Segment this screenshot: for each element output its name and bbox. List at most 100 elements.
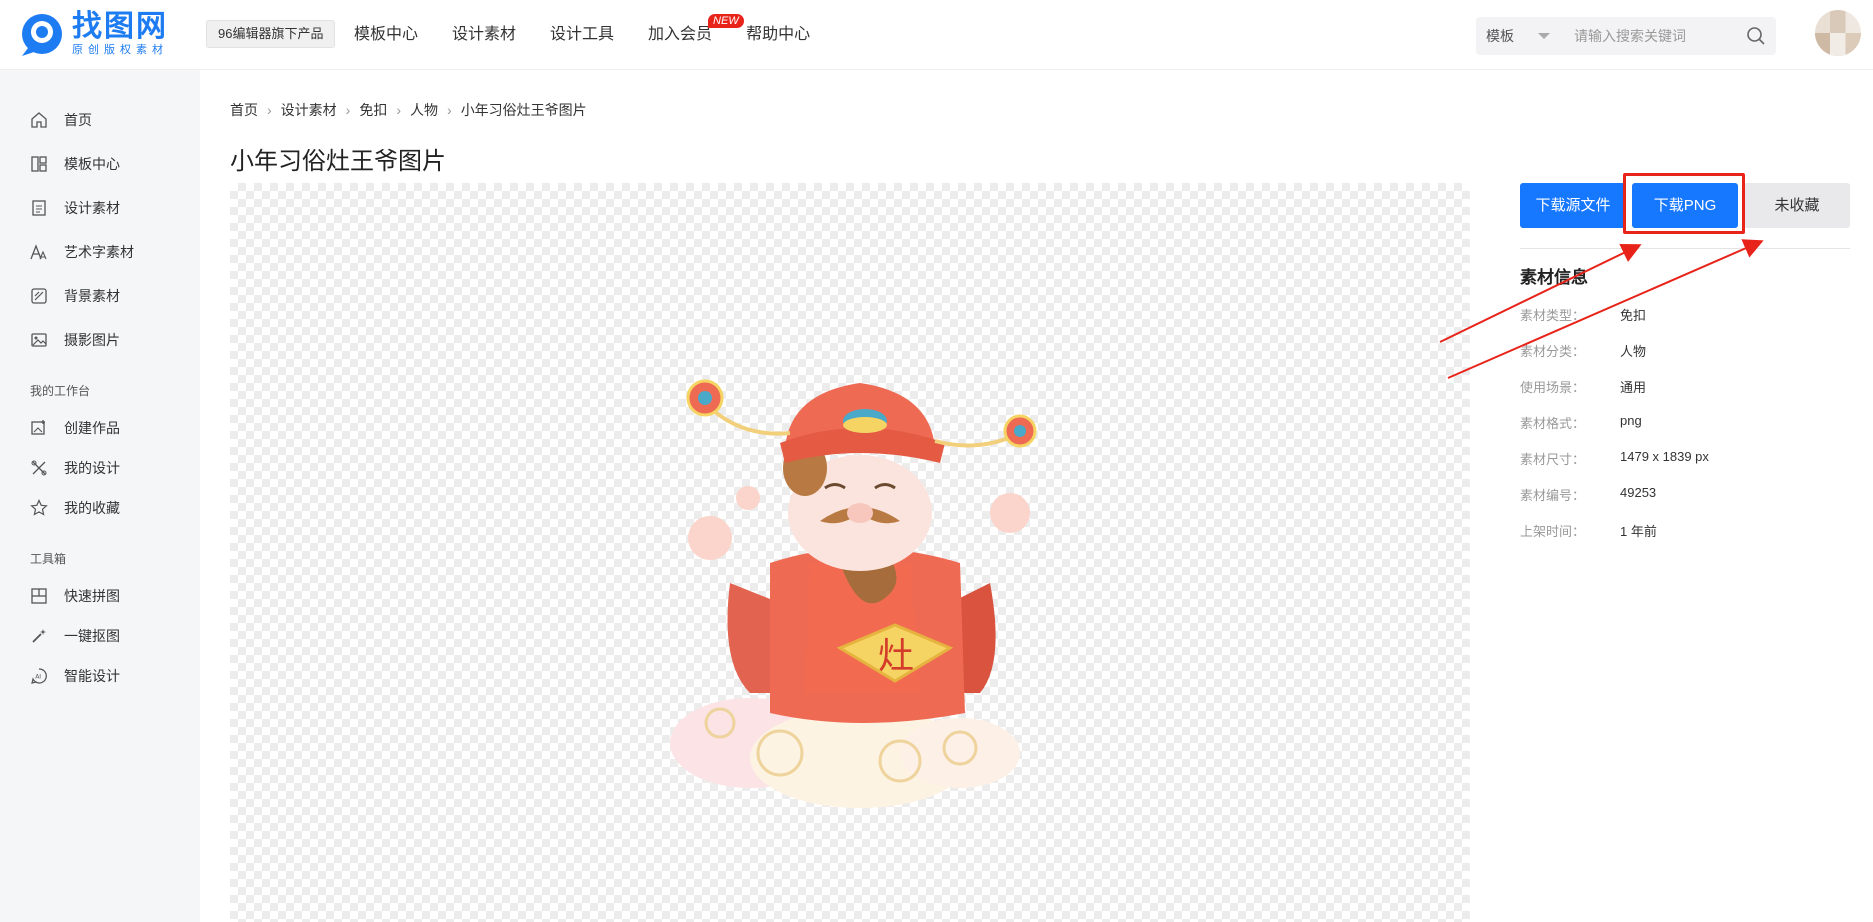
collage-icon xyxy=(31,588,47,604)
search-type-select[interactable]: 模板 xyxy=(1486,17,1514,55)
favorite-button[interactable]: 未收藏 xyxy=(1744,183,1850,228)
download-source-button[interactable]: 下载源文件 xyxy=(1520,183,1626,228)
nav-design-tools[interactable]: 设计工具 xyxy=(550,0,614,70)
breadcrumb-cutout[interactable]: 免扣 xyxy=(359,100,387,120)
search-bar: 模板 xyxy=(1476,17,1776,55)
badge-character: 灶 xyxy=(878,636,914,677)
font-icon xyxy=(30,244,47,260)
template-icon xyxy=(31,156,47,172)
search-input[interactable] xyxy=(1574,21,1734,51)
sidebar-item-label: 创建作品 xyxy=(64,420,120,436)
info-value: 人物 xyxy=(1620,344,1647,359)
search-icon[interactable] xyxy=(1746,26,1766,46)
panel-divider xyxy=(1520,248,1850,249)
sidebar-item-label: 智能设计 xyxy=(64,668,120,684)
sidebar: 首页 模板中心 设计素材 艺术字素材 背景素材 摄影图片 我的工作台 创建作品 … xyxy=(0,70,200,922)
sidebar-item-photos[interactable]: 摄影图片 xyxy=(30,328,120,352)
site-logo[interactable]: 找图网 原创版权素材 xyxy=(18,10,168,58)
ai-icon: AI xyxy=(31,668,47,684)
sidebar-item-quick-collage[interactable]: 快速拼图 xyxy=(30,584,120,608)
sidebar-item-label: 设计素材 xyxy=(64,200,120,216)
background-icon xyxy=(31,288,47,304)
sidebar-item-label: 快速拼图 xyxy=(64,588,120,604)
info-row: 素材分类： 人物 xyxy=(1520,341,1646,360)
info-key: 素材编号： xyxy=(1520,488,1586,503)
avatar[interactable] xyxy=(1815,10,1861,56)
logo-subtitle: 原创版权素材 xyxy=(72,44,168,56)
info-value: 通用 xyxy=(1620,380,1647,395)
sidebar-group-tools: 工具箱 xyxy=(30,552,67,566)
info-key: 使用场景： xyxy=(1520,380,1586,395)
info-key: 素材尺寸： xyxy=(1520,452,1586,467)
kitchen-god-illustration: 灶 xyxy=(670,379,1037,808)
sidebar-item-art-text[interactable]: 艺术字素材 xyxy=(30,240,134,264)
home-icon xyxy=(31,112,47,128)
nav-join-member-label: 加入会员 xyxy=(648,26,713,43)
chevron-right-icon: › xyxy=(396,102,402,118)
sidebar-item-label: 摄影图片 xyxy=(64,332,120,348)
info-value: 免扣 xyxy=(1620,308,1647,323)
sidebar-item-label: 我的设计 xyxy=(64,460,120,476)
info-value: 49253 xyxy=(1620,485,1657,500)
sidebar-item-my-designs[interactable]: 我的设计 xyxy=(30,456,120,480)
sidebar-item-home[interactable]: 首页 xyxy=(30,108,92,132)
breadcrumb: 首页 › 设计素材 › 免扣 › 人物 › 小年习俗灶王爷图片 xyxy=(230,100,587,120)
chevron-right-icon: › xyxy=(447,102,452,118)
chevron-right-icon: › xyxy=(345,102,351,118)
sidebar-item-label: 我的收藏 xyxy=(64,500,120,516)
product-badge[interactable]: 96编辑器旗下产品 xyxy=(206,20,336,48)
create-icon xyxy=(31,420,45,435)
star-icon xyxy=(30,499,48,516)
info-title: 素材信息 xyxy=(1520,268,1588,287)
image-icon xyxy=(31,333,47,347)
logo-icon xyxy=(22,14,62,56)
breadcrumb-design-assets[interactable]: 设计素材 xyxy=(281,100,337,120)
nav-design-assets[interactable]: 设计素材 xyxy=(452,0,516,70)
sidebar-item-design-assets[interactable]: 设计素材 xyxy=(30,196,120,220)
breadcrumb-current: 小年习俗灶王爷图片 xyxy=(460,102,587,118)
info-row: 上架时间： 1 年前 xyxy=(1520,521,1657,540)
magic-wand-icon xyxy=(32,629,46,643)
info-key: 素材分类： xyxy=(1520,344,1586,359)
new-badge: NEW xyxy=(708,14,744,28)
breadcrumb-people[interactable]: 人物 xyxy=(410,100,438,120)
sidebar-item-label: 艺术字素材 xyxy=(64,244,134,260)
info-value: png xyxy=(1620,413,1642,428)
logo-title: 找图网 xyxy=(72,10,168,43)
nav-join-member[interactable]: 加入会员 NEW xyxy=(648,0,744,70)
info-value: 1 年前 xyxy=(1620,524,1657,539)
info-row: 素材编号： 49253 xyxy=(1520,485,1656,504)
design-tools-icon xyxy=(31,460,47,476)
sidebar-item-label: 背景素材 xyxy=(64,288,120,304)
top-header: 找图网 原创版权素材 96编辑器旗下产品 模板中心 设计素材 设计工具 加入会员… xyxy=(0,0,1873,70)
sidebar-item-template-center[interactable]: 模板中心 xyxy=(30,152,120,176)
info-key: 素材类型： xyxy=(1520,308,1586,323)
nav-help-center[interactable]: 帮助中心 xyxy=(746,0,810,70)
sidebar-item-label: 一键抠图 xyxy=(64,628,120,644)
info-key: 上架时间： xyxy=(1520,524,1586,539)
sidebar-item-label: 首页 xyxy=(64,112,92,128)
image-preview: 灶 xyxy=(230,183,1470,922)
info-row: 素材尺寸： 1479 x 1839 px xyxy=(1520,449,1709,468)
info-key: 素材格式： xyxy=(1520,416,1586,431)
info-value: 1479 x 1839 px xyxy=(1620,449,1709,464)
chevron-right-icon: › xyxy=(267,102,272,118)
info-row: 素材格式： png xyxy=(1520,413,1642,432)
nav-template-center[interactable]: 模板中心 xyxy=(354,0,418,70)
annotation-highlight-box xyxy=(1623,173,1745,234)
svg-text:AI: AI xyxy=(35,674,41,681)
document-icon xyxy=(32,200,46,216)
sidebar-item-remove-background[interactable]: 一键抠图 xyxy=(30,624,120,648)
page-title: 小年习俗灶王爷图片 xyxy=(230,148,446,175)
sidebar-item-smart-design[interactable]: AI 智能设计 xyxy=(30,664,120,688)
sidebar-group-workspace: 我的工作台 xyxy=(30,384,91,398)
info-row: 使用场景： 通用 xyxy=(1520,377,1646,396)
sidebar-item-backgrounds[interactable]: 背景素材 xyxy=(30,284,120,308)
chevron-down-icon[interactable] xyxy=(1538,33,1550,39)
info-row: 素材类型： 免扣 xyxy=(1520,305,1646,324)
sidebar-item-my-favorites[interactable]: 我的收藏 xyxy=(30,496,120,520)
sidebar-item-label: 模板中心 xyxy=(64,156,120,172)
sidebar-item-create-work[interactable]: 创建作品 xyxy=(30,416,120,440)
main-nav: 模板中心 设计素材 设计工具 加入会员 NEW 帮助中心 xyxy=(354,0,844,70)
breadcrumb-home[interactable]: 首页 xyxy=(230,100,258,120)
